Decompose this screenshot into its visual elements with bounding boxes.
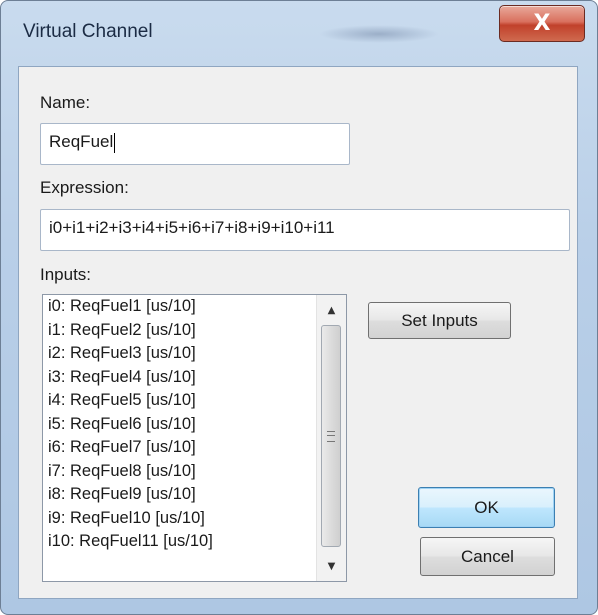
list-item[interactable]: i8: ReqFuel9 [us/10] bbox=[43, 483, 346, 507]
ok-button[interactable]: OK bbox=[418, 487, 555, 528]
list-item[interactable]: i9: ReqFuel10 [us/10] bbox=[43, 507, 346, 531]
scroll-grip-icon bbox=[327, 430, 335, 442]
inputs-list: i0: ReqFuel1 [us/10] i1: ReqFuel2 [us/10… bbox=[43, 295, 346, 554]
cancel-button[interactable]: Cancel bbox=[420, 537, 555, 576]
title-bar-blur bbox=[319, 25, 439, 43]
list-item[interactable]: i6: ReqFuel7 [us/10] bbox=[43, 436, 346, 460]
name-value: ReqFuel bbox=[49, 132, 114, 151]
scroll-thumb[interactable] bbox=[321, 325, 341, 547]
list-item[interactable]: i3: ReqFuel4 [us/10] bbox=[43, 366, 346, 390]
list-item[interactable]: i1: ReqFuel2 [us/10] bbox=[43, 319, 346, 343]
inputs-listbox[interactable]: i0: ReqFuel1 [us/10] i1: ReqFuel2 [us/10… bbox=[42, 294, 347, 582]
list-item[interactable]: i4: ReqFuel5 [us/10] bbox=[43, 389, 346, 413]
close-button[interactable]: X bbox=[499, 5, 585, 42]
set-inputs-button[interactable]: Set Inputs bbox=[368, 302, 511, 339]
title-bar[interactable]: Virtual Channel X bbox=[1, 1, 597, 67]
inputs-scrollbar[interactable]: ▲ ▼ bbox=[316, 295, 346, 581]
text-caret bbox=[114, 132, 116, 153]
scroll-up-arrow-icon[interactable]: ▲ bbox=[317, 297, 346, 323]
list-item[interactable]: i2: ReqFuel3 [us/10] bbox=[43, 342, 346, 366]
list-item[interactable]: i5: ReqFuel6 [us/10] bbox=[43, 413, 346, 437]
list-item[interactable]: i0: ReqFuel1 [us/10] bbox=[43, 295, 346, 319]
close-icon: X bbox=[533, 11, 551, 36]
expression-value: i0+i1+i2+i3+i4+i5+i6+i7+i8+i9+i10+i11 bbox=[49, 218, 335, 237]
list-item[interactable]: i7: ReqFuel8 [us/10] bbox=[43, 460, 346, 484]
scroll-down-arrow-icon[interactable]: ▼ bbox=[317, 553, 346, 579]
name-label: Name: bbox=[40, 93, 91, 112]
list-item[interactable]: i10: ReqFuel11 [us/10] bbox=[43, 530, 346, 554]
expression-field[interactable]: i0+i1+i2+i3+i4+i5+i6+i7+i8+i9+i10+i11 bbox=[40, 209, 570, 251]
inputs-label: Inputs: bbox=[40, 265, 92, 284]
name-field[interactable]: ReqFuel bbox=[40, 123, 350, 165]
window-title: Virtual Channel bbox=[23, 21, 153, 42]
expression-label: Expression: bbox=[40, 178, 129, 197]
